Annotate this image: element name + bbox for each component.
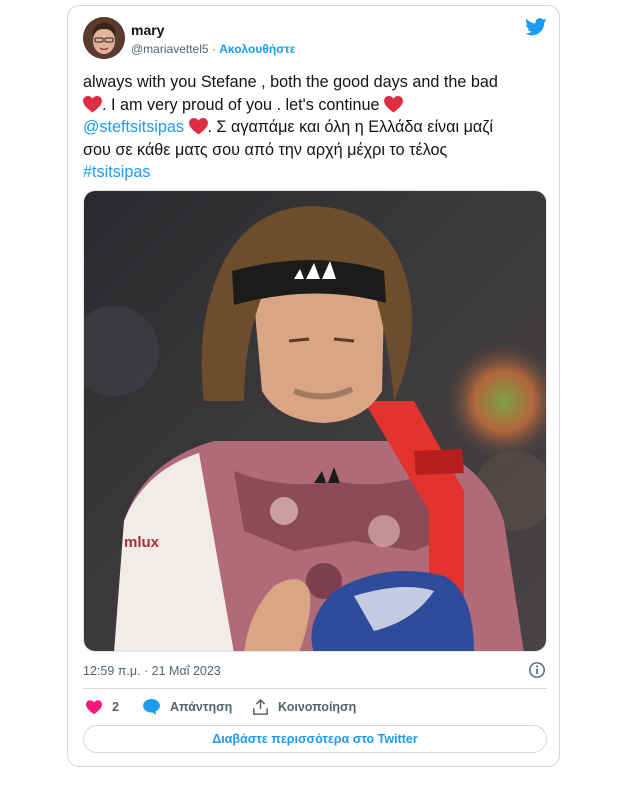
separator-dot: · (211, 42, 216, 56)
tweet-line-2: . I am very proud of you . let's continu… (83, 94, 553, 117)
share-label: Κοινοποίηση (278, 700, 357, 714)
reply-bubble-icon (143, 699, 160, 715)
tweet-photo[interactable]: mlux (83, 190, 547, 652)
display-name[interactable]: mary (131, 22, 164, 38)
follow-link[interactable]: Ακολουθήστε (219, 42, 295, 56)
tweet-timestamp[interactable]: 12:59 π.μ. · 21 Μαΐ 2023 (83, 664, 221, 678)
divider (83, 688, 547, 689)
tweet-time: 12:59 π.μ. (83, 664, 141, 678)
user-handle[interactable]: @mariavettel5 (131, 42, 209, 56)
handle-row: @mariavettel5 · Ακολουθήστε (131, 42, 295, 56)
tweet-card: mary @mariavettel5 · Ακολουθήστε always … (67, 5, 560, 767)
red-heart-emoji-icon (188, 118, 208, 135)
heart-icon (86, 699, 102, 714)
svg-text:mlux: mlux (124, 534, 160, 551)
mention-link[interactable]: @steftsitsipas (83, 118, 184, 136)
red-heart-emoji-icon (83, 95, 102, 113)
info-icon[interactable] (528, 661, 546, 679)
share-upload-icon (253, 699, 268, 715)
avatar[interactable] (83, 17, 125, 59)
tweet-line-3: @steftsitsipas . Σ αγαπάμε και όλη η Ελλ… (83, 116, 553, 139)
tennis-player-photo: mlux (84, 191, 546, 651)
tweet-line-4: σου σε κάθε ματς σου από την αρχή μέχρι … (83, 140, 448, 159)
share-button[interactable]: Κοινοποίηση (253, 697, 356, 717)
twitter-bird-icon[interactable] (525, 18, 547, 36)
red-heart-emoji-icon (384, 95, 403, 113)
tweet-date: 21 Μαΐ 2023 (151, 664, 221, 678)
tweet-line-3-text: . Σ αγαπάμε και όλη η Ελλάδα είναι μαζί (207, 118, 494, 136)
like-count: 2 (112, 700, 119, 714)
like-button[interactable]: 2 (86, 697, 119, 717)
reply-button[interactable]: Απάντηση (143, 697, 232, 717)
tweet-line-2-text: . I am very proud of you . let's continu… (102, 95, 380, 114)
timestamp-separator: · (144, 664, 149, 678)
tweet-text: always with you Stefane , both the good … (83, 71, 553, 184)
read-more-button[interactable]: Διαβάστε περισσότερα στο Twitter (83, 725, 547, 753)
reply-label: Απάντηση (170, 700, 233, 714)
tweet-line-1: always with you Stefane , both the good … (83, 73, 498, 91)
hashtag-link[interactable]: #tsitsipas (83, 163, 150, 181)
